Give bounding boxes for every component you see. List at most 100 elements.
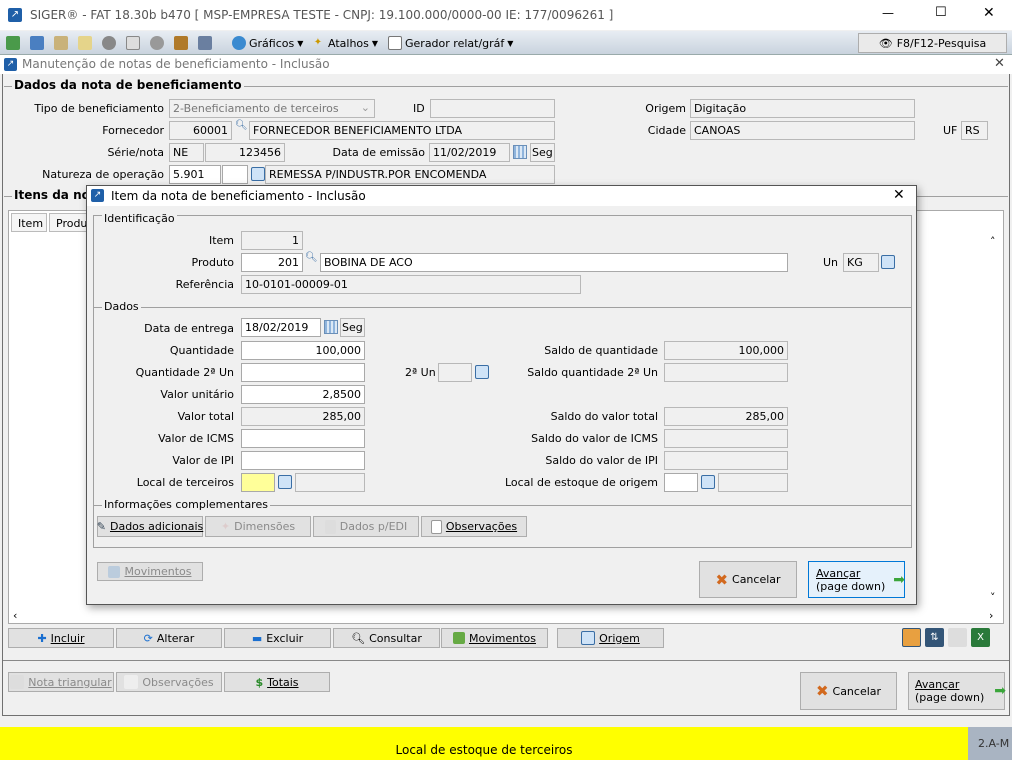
excluir-button[interactable]: ▬ Excluir xyxy=(224,628,331,648)
uf-field[interactable]: RS xyxy=(961,121,988,140)
pesquisa-label: F8/F12-Pesquisa xyxy=(896,36,987,50)
quantidade-field[interactable]: 100,000 xyxy=(241,341,365,360)
users-icon[interactable] xyxy=(174,36,188,50)
avancar-button[interactable]: Avançar (page down) ➡ xyxy=(908,672,1006,710)
movimentos-dialog-label: Movimentos xyxy=(124,565,192,578)
dados-adicionais-button[interactable]: ✎ Dados adicionais xyxy=(97,516,203,537)
binoculars-icon[interactable] xyxy=(948,628,967,647)
lookup-icon[interactable] xyxy=(251,167,265,181)
ipi-field[interactable] xyxy=(241,451,365,470)
local-origem-desc xyxy=(718,473,788,492)
pesquisa-button[interactable]: 👁 F8/F12-Pesquisa xyxy=(858,33,1007,53)
nota-number-field[interactable]: 123456 xyxy=(205,143,285,162)
cancelar-button[interactable]: ✖ Cancelar xyxy=(800,672,897,710)
cancelar-dialog-button[interactable]: ✖ Cancelar xyxy=(699,561,797,598)
valor-unitario-field[interactable]: 2,8500 xyxy=(241,385,365,404)
entrega-field[interactable]: 18/02/2019 xyxy=(241,318,321,337)
column-header-item[interactable]: Item xyxy=(11,213,47,232)
search-dropdown-icon[interactable]: 🔍︎ xyxy=(235,120,248,131)
quantidade-2un-field[interactable] xyxy=(241,363,365,382)
2un-field[interactable] xyxy=(438,363,472,382)
un-field[interactable]: KG xyxy=(843,253,879,272)
minimize-button[interactable]: — xyxy=(882,6,894,20)
avancar-dialog-button[interactable]: Avançar (page down) ➡ xyxy=(808,561,905,598)
graficos-menu[interactable]: Gráficos ▼ xyxy=(232,36,303,50)
consultar-button[interactable]: 🔍︎ Consultar xyxy=(333,628,440,648)
close-button[interactable]: ✕ xyxy=(983,5,995,21)
natureza-field[interactable]: 5.901 xyxy=(169,165,221,184)
search-dropdown-icon[interactable]: 🔍︎ xyxy=(305,252,318,263)
dialog-close-button[interactable]: ✕ xyxy=(893,187,905,203)
mail-icon[interactable] xyxy=(126,36,140,50)
status-bar: Local de estoque de terceiros xyxy=(0,727,968,760)
produto-code-field[interactable]: 201 xyxy=(241,253,303,272)
emissao-label: Data de emissão xyxy=(332,146,425,159)
scroll-down-icon[interactable]: ˅ xyxy=(990,591,996,604)
list-icon[interactable] xyxy=(78,36,92,50)
nota-triangular-button[interactable]: Nota triangular xyxy=(8,672,114,692)
dados-edi-label: Dados p/EDI xyxy=(339,520,408,533)
window-close-button[interactable]: ✕ xyxy=(994,56,1005,71)
saldo-quantidade-field: 100,000 xyxy=(664,341,788,360)
chevron-down-icon: ⌄ xyxy=(360,101,370,114)
lookup-icon[interactable] xyxy=(475,365,489,379)
avancar-hint: (page down) xyxy=(915,691,985,704)
binoculars-icon: 👁 xyxy=(878,36,893,50)
calendar-icon[interactable] xyxy=(324,320,338,334)
observacoes-button[interactable]: Observações xyxy=(116,672,222,692)
dados-adicionais-label: Dados adicionais xyxy=(109,520,204,533)
lookup-icon[interactable] xyxy=(278,475,292,489)
movimentos-button[interactable]: Movimentos xyxy=(441,628,548,648)
gerador-menu[interactable]: Gerador relat/gráf ▼ xyxy=(388,36,513,50)
cancelar-label: Cancelar xyxy=(832,684,882,698)
emissao-field[interactable]: 11/02/2019 xyxy=(429,143,510,162)
movimentos-dialog-button[interactable]: Movimentos xyxy=(97,562,203,581)
natureza-sub-field[interactable] xyxy=(222,165,248,184)
excel-icon[interactable]: X xyxy=(971,628,990,647)
lookup-icon[interactable] xyxy=(881,255,895,269)
scroll-up-icon[interactable]: ˄ xyxy=(990,235,996,248)
dollar-icon: $ xyxy=(255,675,264,689)
document-icon xyxy=(10,675,25,689)
scroll-left-icon[interactable]: ‹ xyxy=(13,609,17,622)
fornecedor-name-field[interactable]: FORNECEDOR BENEFICIAMENTO LTDA xyxy=(249,121,555,140)
exit-icon[interactable] xyxy=(6,36,20,50)
inbox-icon[interactable] xyxy=(198,36,212,50)
local-terceiros-field[interactable] xyxy=(241,473,275,492)
icms-field[interactable] xyxy=(241,429,365,448)
dados-edi-button[interactable]: Dados p/EDI xyxy=(313,516,419,537)
tipo-select[interactable]: 2-Beneficiamento de terceiros ⌄ xyxy=(169,99,375,118)
id-field[interactable] xyxy=(430,99,555,118)
atalhos-menu[interactable]: ✦ Atalhos ▼ xyxy=(311,36,378,50)
dados-line xyxy=(94,307,911,308)
cidade-field[interactable]: CANOAS xyxy=(690,121,915,140)
gear-icon[interactable] xyxy=(102,36,116,50)
dimensoes-button[interactable]: ✦ Dimensões xyxy=(205,516,311,537)
totais-button[interactable]: $ Totais xyxy=(224,672,330,692)
incluir-button[interactable]: ✚ Incluir xyxy=(8,628,114,648)
origem-field[interactable]: Digitação xyxy=(690,99,915,118)
maximize-button[interactable]: ☐ xyxy=(935,5,947,20)
window-title-bar: ↗ Manutenção de notas de beneficiamento … xyxy=(0,55,1012,74)
phone-icon[interactable] xyxy=(150,36,164,50)
serie-field[interactable]: NE xyxy=(169,143,204,162)
atalhos-label: Atalhos xyxy=(328,36,369,50)
key-icon[interactable] xyxy=(54,36,68,50)
wand-icon: ✦ xyxy=(220,520,231,533)
scroll-right-icon[interactable]: › xyxy=(989,609,993,622)
consultar-label: Consultar xyxy=(369,631,422,645)
export-icon[interactable] xyxy=(902,628,921,647)
fornecedor-code-field[interactable]: 60001 xyxy=(169,121,232,140)
local-origem-field[interactable] xyxy=(664,473,698,492)
sort-icon[interactable]: ⇅ xyxy=(925,628,944,647)
avancar-dialog-label: Avançar xyxy=(816,566,861,580)
produto-name-field[interactable]: BOBINA DE ACO xyxy=(320,253,788,272)
alterar-button[interactable]: ⟳ Alterar xyxy=(116,628,222,648)
calculator-icon[interactable] xyxy=(30,36,44,50)
observacoes-dialog-button[interactable]: Observações xyxy=(421,516,527,537)
serie-label: Série/nota xyxy=(107,146,164,159)
lookup-icon[interactable] xyxy=(701,475,715,489)
lookup-icon xyxy=(581,631,596,645)
origem-button[interactable]: Origem xyxy=(557,628,664,648)
calendar-icon[interactable] xyxy=(513,145,527,159)
